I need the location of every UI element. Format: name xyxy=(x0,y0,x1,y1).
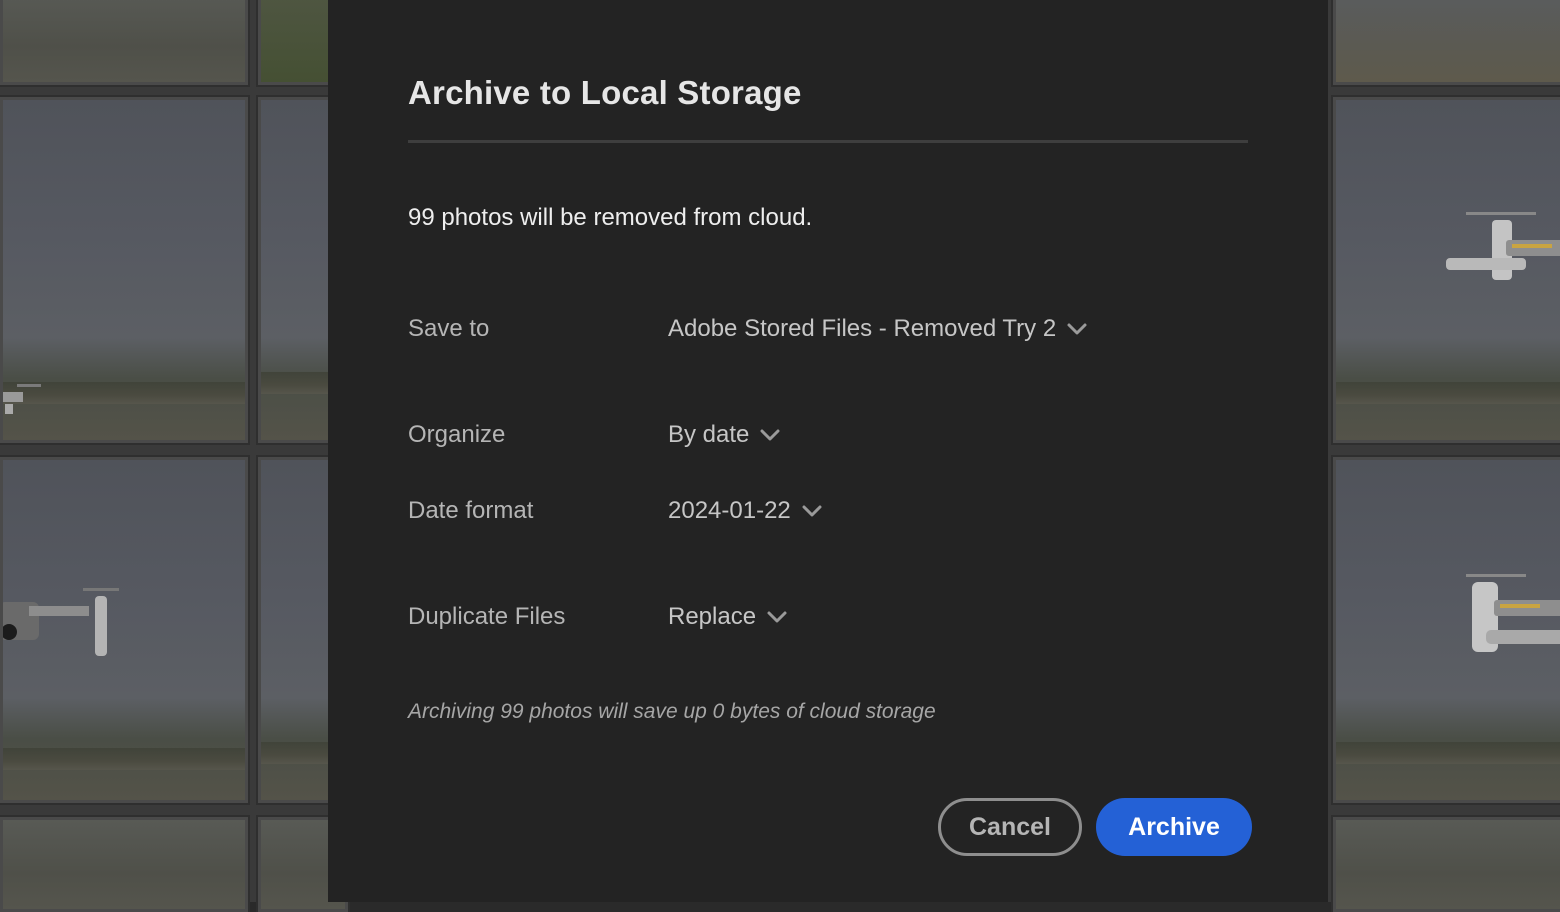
duplicate-files-value: Replace xyxy=(668,603,757,630)
drone-image xyxy=(1466,574,1560,652)
archive-dialog: Archive to Local Storage 99 photos will … xyxy=(328,0,1328,902)
save-to-value: Adobe Stored Files - Removed Try 2 xyxy=(668,315,1057,342)
photo-thumbnail[interactable] xyxy=(1331,815,1560,912)
organize-dropdown[interactable]: By date xyxy=(668,421,781,449)
drone-image xyxy=(3,588,119,656)
photo-thumbnail[interactable] xyxy=(0,815,250,912)
photo-thumbnail[interactable] xyxy=(0,0,250,87)
photo-thumbnail[interactable] xyxy=(0,95,250,445)
organize-value: By date xyxy=(668,421,750,448)
duplicate-files-dropdown[interactable]: Replace xyxy=(668,603,788,631)
date-format-label: Date format xyxy=(408,497,534,524)
photo-thumbnail[interactable] xyxy=(1331,0,1560,87)
chevron-down-icon xyxy=(760,429,780,441)
organize-label: Organize xyxy=(408,421,506,448)
chevron-down-icon xyxy=(1067,323,1087,335)
dialog-title: Archive to Local Storage xyxy=(408,74,802,111)
date-format-dropdown[interactable]: 2024-01-22 xyxy=(668,497,823,525)
drone-image xyxy=(3,384,41,414)
photo-thumbnail[interactable] xyxy=(1331,455,1560,805)
cancel-button[interactable]: Cancel xyxy=(938,798,1082,856)
save-to-label: Save to xyxy=(408,315,490,342)
save-to-dropdown[interactable]: Adobe Stored Files - Removed Try 2 xyxy=(668,315,1088,343)
date-format-value: 2024-01-22 xyxy=(668,497,791,524)
title-divider xyxy=(408,140,1248,143)
photo-thumbnail[interactable] xyxy=(0,455,250,805)
drone-image xyxy=(1446,212,1560,280)
removal-summary: 99 photos will be removed from cloud. xyxy=(408,204,813,231)
photo-thumbnail[interactable] xyxy=(1331,95,1560,445)
chevron-down-icon xyxy=(802,505,822,517)
storage-savings-note: Archiving 99 photos will save up 0 bytes… xyxy=(408,700,936,723)
archive-button[interactable]: Archive xyxy=(1096,798,1252,856)
chevron-down-icon xyxy=(767,611,787,623)
duplicate-files-label: Duplicate Files xyxy=(408,603,566,630)
